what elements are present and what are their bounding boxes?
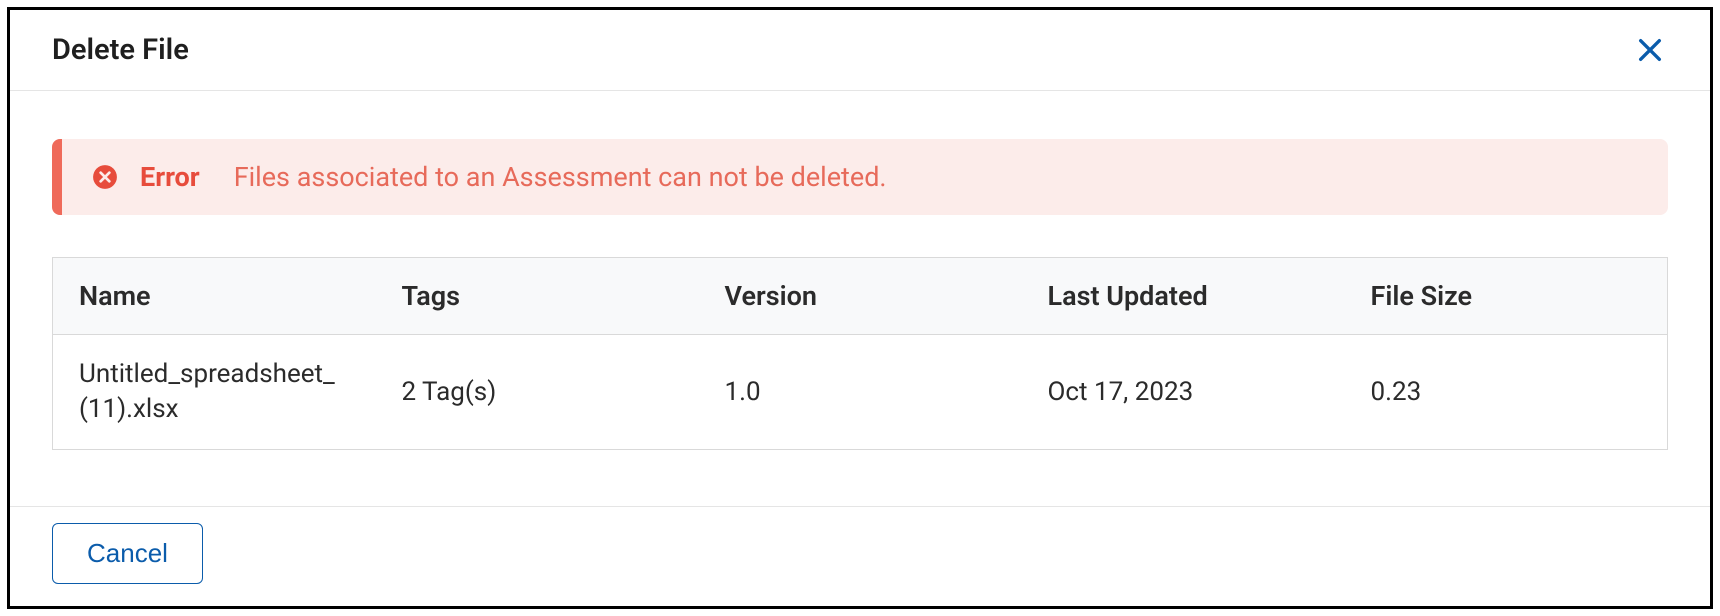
cell-name: Untitled_spreadsheet_(11).xlsx [53, 335, 376, 450]
alert-title: Error [140, 161, 200, 193]
alert-message: Files associated to an Assessment can no… [234, 161, 887, 193]
delete-file-modal: Delete File Error Files associated to an… [7, 7, 1713, 609]
close-icon [1634, 34, 1666, 66]
error-icon [92, 164, 118, 190]
cancel-button[interactable]: Cancel [52, 523, 203, 584]
modal-header: Delete File [10, 10, 1710, 91]
cell-tags: 2 Tag(s) [376, 335, 699, 450]
modal-title: Delete File [52, 33, 189, 67]
table-row: Untitled_spreadsheet_(11).xlsx 2 Tag(s) … [53, 335, 1668, 450]
modal-body: Error Files associated to an Assessment … [10, 91, 1710, 506]
cell-last-updated: Oct 17, 2023 [1022, 335, 1345, 450]
cell-version: 1.0 [699, 335, 1022, 450]
close-button[interactable] [1632, 32, 1668, 68]
modal-footer: Cancel [10, 506, 1710, 606]
col-header-tags: Tags [376, 258, 699, 335]
cell-file-size: 0.23 [1345, 335, 1668, 450]
file-name: Untitled_spreadsheet_(11).xlsx [79, 357, 350, 427]
error-alert: Error Files associated to an Assessment … [52, 139, 1668, 215]
col-header-last-updated: Last Updated [1022, 258, 1345, 335]
col-header-version: Version [699, 258, 1022, 335]
file-table: Name Tags Version Last Updated File Size… [52, 257, 1668, 450]
table-header-row: Name Tags Version Last Updated File Size [53, 258, 1668, 335]
col-header-name: Name [53, 258, 376, 335]
col-header-file-size: File Size [1345, 258, 1668, 335]
